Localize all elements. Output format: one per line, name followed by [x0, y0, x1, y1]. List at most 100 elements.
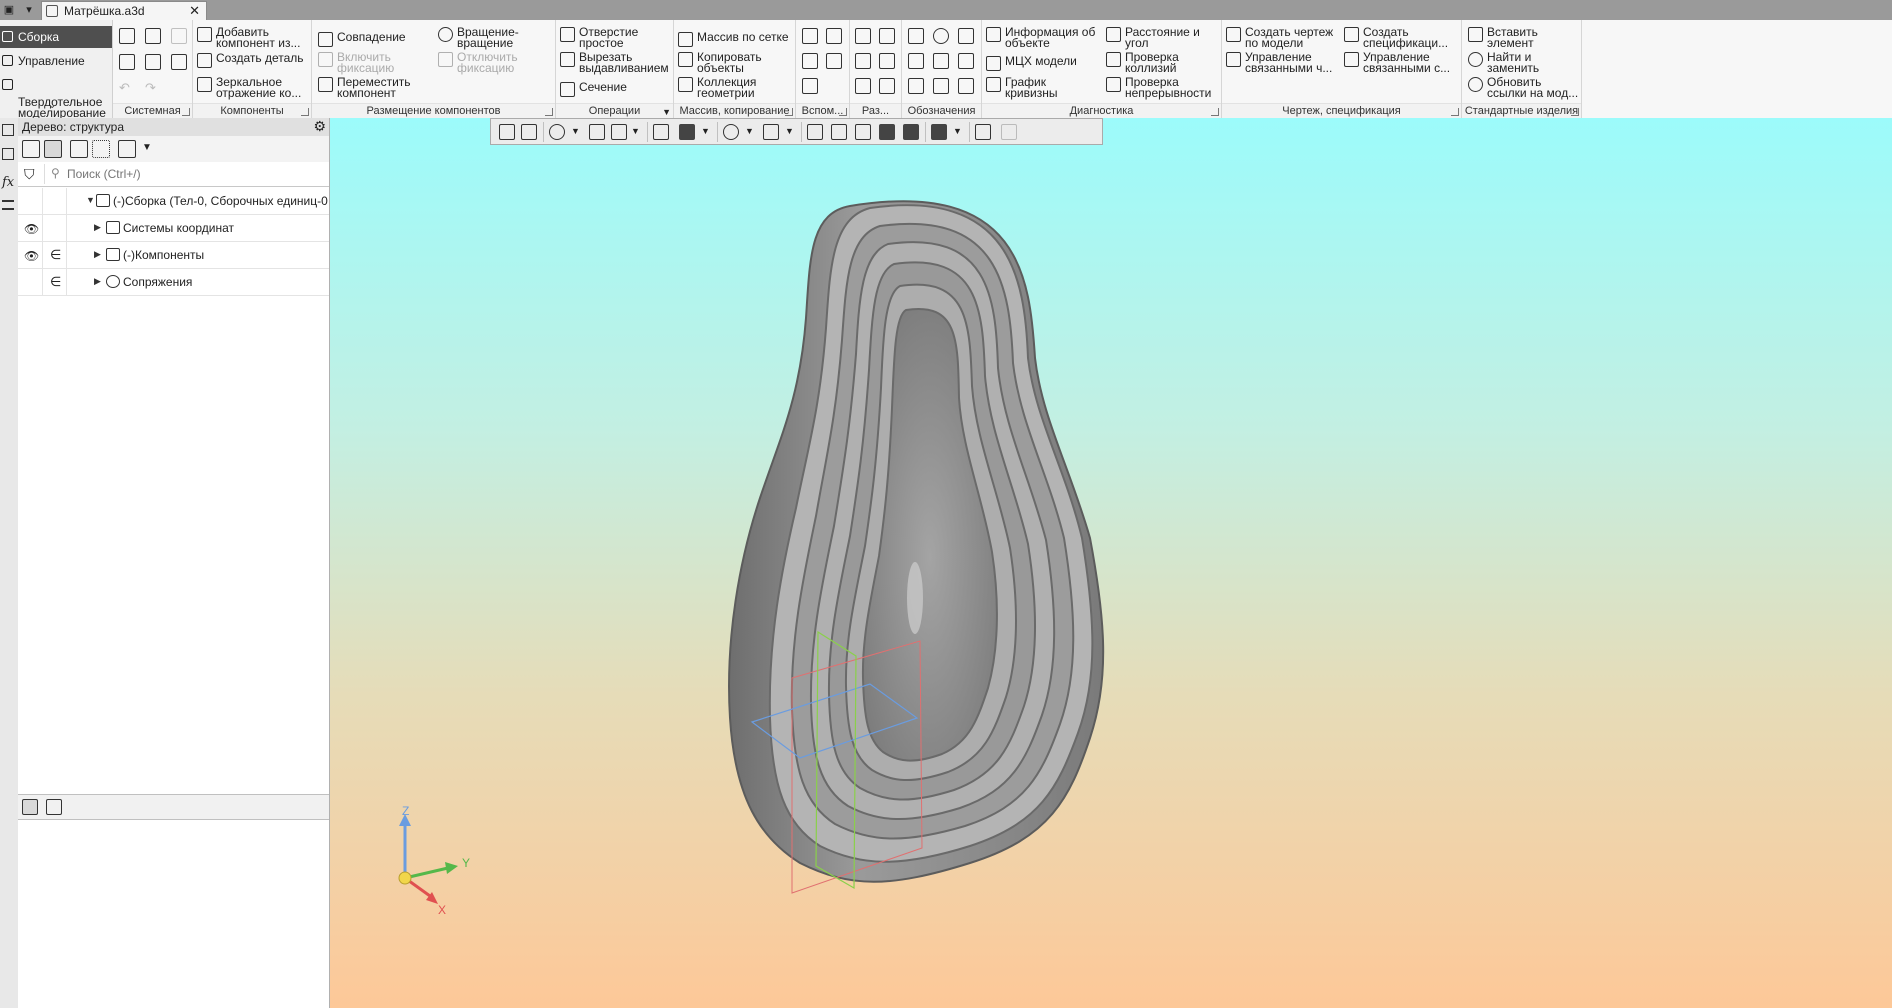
create-drawing-button[interactable]: Создать чертеж по модели	[1226, 26, 1333, 49]
new-file-icon[interactable]	[119, 28, 135, 44]
print-icon[interactable]	[119, 54, 135, 70]
app-menu-icon[interactable]: ▣	[0, 0, 18, 20]
radial-dimension-icon[interactable]	[879, 28, 895, 44]
group-launcher-icon[interactable]	[839, 108, 847, 116]
leader-icon[interactable]	[908, 28, 924, 44]
properties-tab-icon[interactable]	[46, 799, 62, 815]
close-tab-button[interactable]: ✕	[189, 3, 200, 19]
group-launcher-icon[interactable]	[785, 108, 793, 116]
save-icon[interactable]	[171, 28, 187, 44]
filter-funnel-icon[interactable]: ⛉	[24, 166, 35, 183]
collapse-arrow-icon[interactable]: ▼	[86, 195, 95, 205]
tree-build-order-icon[interactable]	[44, 140, 62, 158]
object-info-button[interactable]: Информация об объекте	[986, 26, 1095, 49]
weld-mark-icon[interactable]	[933, 53, 949, 69]
group-launcher-icon[interactable]	[545, 108, 553, 116]
copy-objects-button[interactable]: Копировать объекты	[678, 51, 762, 74]
aux-point-icon[interactable]	[802, 28, 818, 44]
extrude-cut-button[interactable]: Вырезать выдавливанием	[560, 51, 669, 74]
chevron-down-icon[interactable]: ▾	[20, 0, 38, 20]
marking-icon[interactable]	[908, 78, 924, 94]
create-part-button[interactable]: Создать деталь	[197, 52, 304, 68]
redo-icon[interactable]: ↷	[145, 80, 161, 96]
move-component-button[interactable]: Переместить компонент	[318, 76, 411, 99]
layers-list-icon[interactable]	[2, 200, 14, 210]
aux-axis-icon[interactable]	[826, 28, 842, 44]
rotation-button[interactable]: Вращение- вращение	[438, 26, 519, 49]
tolerance-icon[interactable]	[879, 78, 895, 94]
tolerance-frame-icon[interactable]	[958, 53, 974, 69]
expand-arrow-icon[interactable]: ▶	[94, 222, 101, 233]
section-button[interactable]: Сечение	[560, 81, 627, 97]
tree-root-row[interactable]: ▼ (-)Сборка (Тел-0, Сборочных единиц-0	[18, 188, 329, 215]
mode-assembly[interactable]: Сборка	[0, 26, 112, 48]
continuity-check-button[interactable]: Проверка непрерывности	[1106, 76, 1211, 99]
manage-linked-drawings-button[interactable]: Управление связанными ч...	[1226, 51, 1332, 74]
group-launcher-icon[interactable]	[1451, 108, 1459, 116]
auto-dimension-icon[interactable]	[855, 78, 871, 94]
tree-tab-icon[interactable]	[22, 799, 38, 815]
open-folder-icon[interactable]	[145, 28, 161, 44]
find-replace-button[interactable]: Найти и заменить	[1468, 51, 1539, 74]
chevron-down-icon[interactable]: ▼	[662, 107, 671, 117]
group-launcher-icon[interactable]	[1211, 108, 1219, 116]
roughness-icon[interactable]	[958, 28, 974, 44]
simple-hole-button[interactable]: Отверстие простое	[560, 26, 638, 49]
expand-arrow-icon[interactable]: ▶	[94, 276, 101, 287]
tree-search-input[interactable]	[65, 165, 319, 183]
preview-icon[interactable]	[145, 54, 161, 70]
geometry-collection-button[interactable]: Коллекция геометрии	[678, 76, 756, 99]
mode-solid-modeling[interactable]: Твердотельное моделирование	[0, 74, 112, 119]
manage-linked-specs-button[interactable]: Управление связанными с...	[1344, 51, 1450, 74]
document-tab[interactable]: Матрёшка.a3d ✕	[41, 1, 207, 20]
3d-viewport[interactable]: ▼ ▼ ▼ ▼ ▼ ▼ Z Y X	[330, 118, 1892, 1008]
aux-lcs-icon[interactable]	[826, 53, 842, 69]
base-mark-icon[interactable]	[908, 53, 924, 69]
aux-plane-icon[interactable]	[802, 53, 818, 69]
aux-line-icon[interactable]	[802, 78, 818, 94]
eye-icon[interactable]: 👁	[24, 222, 39, 236]
group-launcher-icon[interactable]	[301, 108, 309, 116]
tree-structure-icon[interactable]	[22, 140, 40, 158]
tree-panel-icon[interactable]	[2, 124, 14, 136]
linear-dimension-icon[interactable]	[855, 28, 871, 44]
element-of-icon[interactable]: ∈	[50, 247, 61, 263]
update-links-button[interactable]: Обновить ссылки на мод...	[1468, 76, 1578, 99]
tree-row-mates[interactable]: ∈ ▶ Сопряжения	[18, 269, 329, 296]
save-all-icon[interactable]	[171, 54, 187, 70]
expand-arrow-icon[interactable]: ▶	[94, 249, 101, 260]
eye-icon[interactable]: 👁	[24, 249, 39, 263]
tree-select-icon[interactable]	[92, 140, 110, 158]
expand-chevron-icon[interactable]: ⌄	[48, 100, 56, 111]
variables-fx-icon[interactable]: fx	[2, 175, 14, 190]
properties-panel-icon[interactable]	[2, 148, 14, 160]
coincidence-button[interactable]: Совпадение	[318, 31, 406, 47]
group-launcher-icon[interactable]	[1571, 108, 1579, 116]
disable-fix-button[interactable]: Отключить фиксацию	[438, 51, 518, 74]
collision-check-button[interactable]: Проверка коллизий	[1106, 51, 1179, 74]
enable-fix-button[interactable]: Включить фиксацию	[318, 51, 394, 74]
element-of-icon[interactable]: ∈	[50, 274, 61, 290]
matryoshka-model[interactable]: Z Y X	[330, 118, 1892, 1008]
tree-row-coordinate-systems[interactable]: 👁 ▶ Системы координат	[18, 215, 329, 242]
mass-properties-button[interactable]: МЦХ модели	[986, 55, 1077, 71]
tree-view-icon[interactable]	[70, 140, 88, 158]
text-note-icon[interactable]	[933, 78, 949, 94]
group-launcher-icon[interactable]	[182, 108, 190, 116]
chevron-down-icon[interactable]: ▼	[142, 142, 152, 153]
grid-array-button[interactable]: Массив по сетке	[678, 31, 789, 47]
gear-icon[interactable]: ⚙	[313, 118, 326, 135]
tree-row-components[interactable]: 👁 ∈ ▶ (-)Компоненты	[18, 242, 329, 269]
table-icon[interactable]	[958, 78, 974, 94]
angular-dimension-icon[interactable]	[855, 53, 871, 69]
add-component-button[interactable]: Добавить компонент из...	[197, 26, 300, 49]
distance-angle-button[interactable]: Расстояние и угол	[1106, 26, 1200, 49]
mode-management[interactable]: Управление	[0, 50, 112, 72]
undo-icon[interactable]: ↶	[119, 80, 135, 96]
create-spec-button[interactable]: Создать спецификаци...	[1344, 26, 1448, 49]
insert-element-button[interactable]: Вставить элемент	[1468, 26, 1538, 49]
position-mark-icon[interactable]	[933, 28, 949, 44]
tree-filter-list-icon[interactable]	[118, 140, 136, 158]
diameter-dimension-icon[interactable]	[879, 53, 895, 69]
curvature-chart-button[interactable]: График кривизны	[986, 76, 1057, 99]
